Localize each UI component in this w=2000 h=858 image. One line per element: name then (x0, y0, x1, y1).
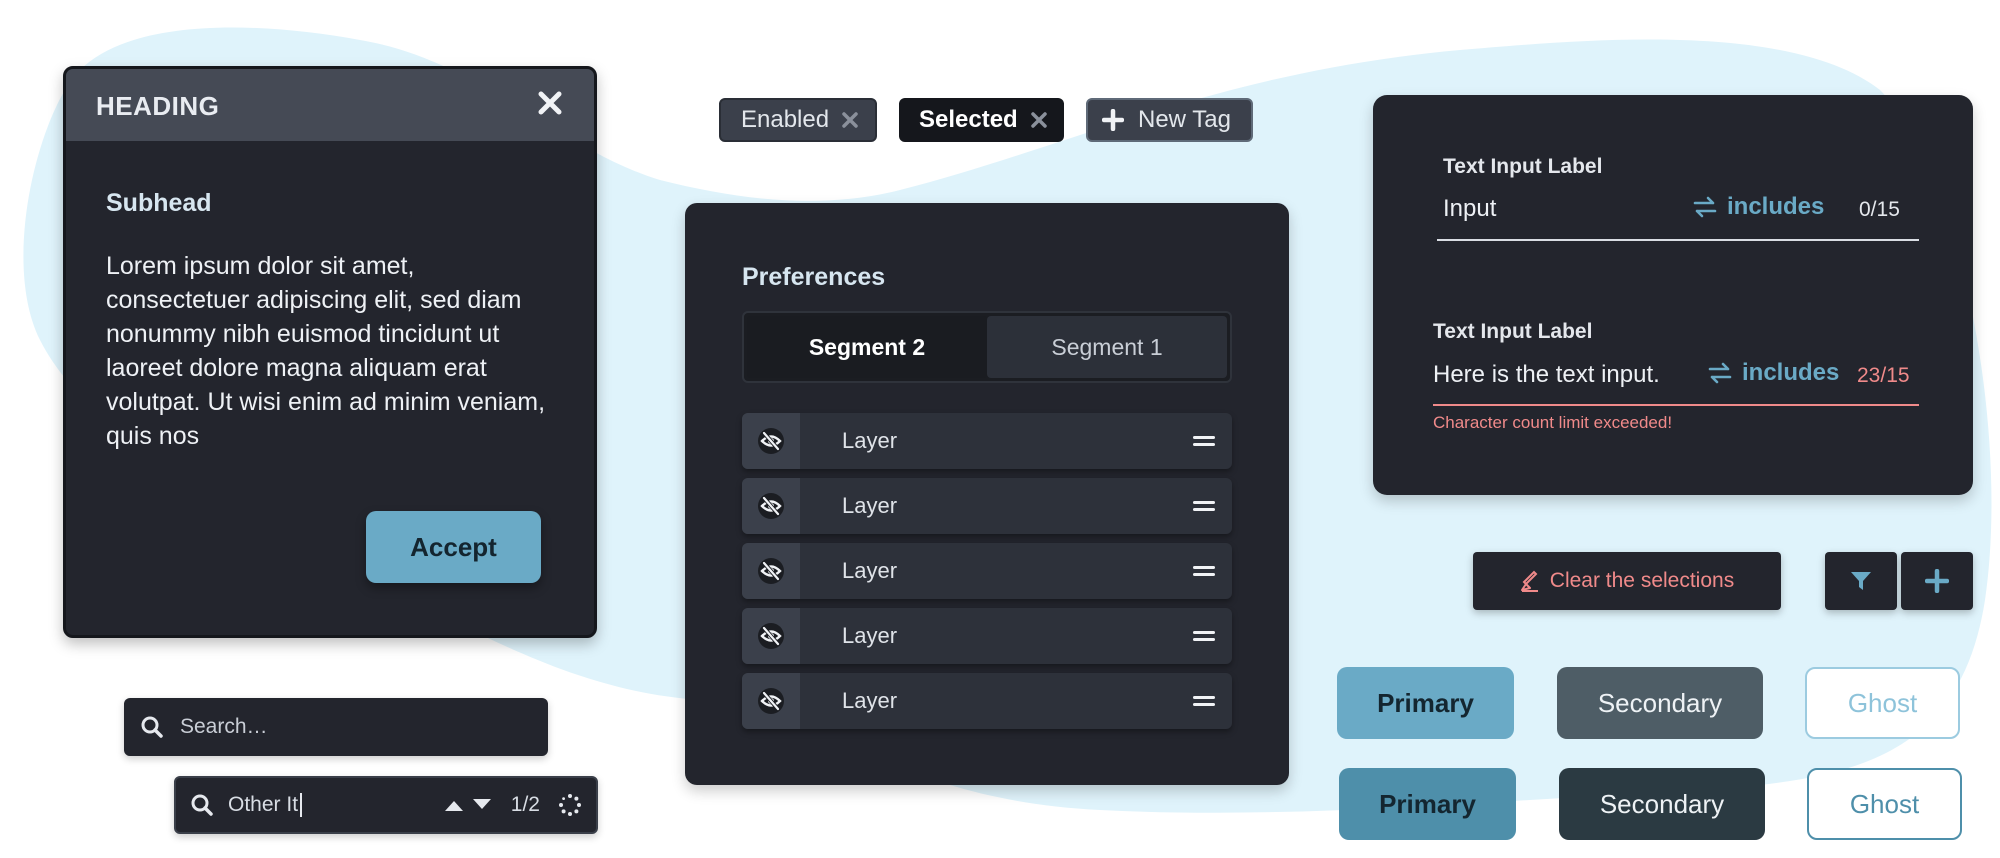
drag-handle-icon[interactable] (1192, 564, 1216, 578)
input-underline-error (1433, 404, 1919, 406)
eye-off-icon (757, 492, 785, 520)
plus-icon (1925, 569, 1949, 593)
visibility-toggle[interactable] (742, 543, 800, 599)
char-count: 0/15 (1859, 198, 1900, 221)
eye-off-icon (757, 557, 785, 585)
swap-arrows-icon (1693, 196, 1717, 218)
text-input-label: Text Input Label (1443, 155, 1603, 178)
match-mode-label: includes (1742, 359, 1840, 386)
secondary-button[interactable]: Secondary (1557, 667, 1763, 739)
clear-label: Clear the selections (1549, 569, 1735, 592)
layer-label: Layer (842, 493, 898, 518)
secondary-button-pressed[interactable]: Secondary (1559, 768, 1765, 840)
search-icon (140, 715, 164, 739)
dialog-subhead: Subhead (106, 189, 212, 217)
new-tag-button[interactable]: New Tag (1086, 98, 1253, 142)
text-input-field[interactable]: Here is the text input. (1433, 361, 1660, 389)
layer-row[interactable]: Layer (742, 673, 1232, 729)
segmented-control: Segment 2 Segment 1 (742, 311, 1232, 383)
search-input[interactable]: Search… (124, 698, 548, 756)
visibility-toggle[interactable] (742, 478, 800, 534)
ghost-button[interactable]: Ghost (1805, 667, 1960, 739)
dialog-title: HEADING (96, 91, 220, 121)
segment-2[interactable]: Segment 2 (747, 316, 987, 378)
swap-arrows-icon (1708, 362, 1732, 384)
accept-button[interactable]: Accept (366, 511, 541, 583)
search-icon (190, 793, 214, 817)
drag-handle-icon[interactable] (1192, 694, 1216, 708)
text-input-label: Text Input Label (1433, 320, 1593, 343)
remove-tag-icon[interactable] (841, 111, 859, 129)
layer-label: Layer (842, 623, 898, 648)
layer-row[interactable]: Layer (742, 413, 1232, 469)
previous-match-icon[interactable] (443, 798, 465, 812)
visibility-toggle[interactable] (742, 608, 800, 664)
tag-label: Enabled (741, 106, 830, 133)
drag-handle-icon[interactable] (1192, 434, 1216, 448)
eraser-icon (1520, 570, 1540, 592)
primary-button-pressed[interactable]: Primary (1339, 768, 1516, 840)
preferences-panel: Preferences Segment 2 Segment 1 Layer La… (685, 203, 1289, 785)
match-count: 1/2 (510, 793, 540, 816)
tag-label: New Tag (1138, 106, 1231, 133)
search-placeholder: Search… (180, 715, 268, 738)
tag-selected[interactable]: Selected (899, 98, 1064, 142)
drag-handle-icon[interactable] (1192, 629, 1216, 643)
dialog: HEADING Subhead Lorem ipsum dolor sit am… (63, 66, 597, 638)
eye-off-icon (757, 427, 785, 455)
visibility-toggle[interactable] (742, 413, 800, 469)
clear-selections-button[interactable]: Clear the selections (1473, 552, 1781, 610)
filter-icon (1849, 569, 1873, 593)
next-match-icon[interactable] (471, 798, 493, 812)
ghost-button-pressed[interactable]: Ghost (1807, 768, 1962, 840)
match-mode-toggle[interactable]: includes (1708, 359, 1839, 387)
dialog-header: HEADING (66, 69, 594, 141)
input-underline (1437, 239, 1919, 241)
tag-label: Selected (919, 106, 1018, 133)
layer-row[interactable]: Layer (742, 543, 1232, 599)
filter-button[interactable] (1825, 552, 1897, 610)
dialog-body: Lorem ipsum dolor sit amet, consectetuer… (106, 252, 546, 450)
text-input-field[interactable]: Input (1443, 195, 1496, 223)
match-mode-label: includes (1727, 193, 1825, 220)
preferences-title: Preferences (742, 263, 886, 291)
layer-label: Layer (842, 688, 898, 713)
text-input-card: Text Input Label Input includes 0/15 Tex… (1373, 95, 1973, 495)
tag-enabled[interactable]: Enabled (719, 98, 877, 142)
remove-tag-icon[interactable] (1030, 111, 1048, 129)
find-input[interactable]: Other It 1/2 (174, 776, 598, 834)
match-mode-toggle[interactable]: includes (1693, 193, 1824, 221)
visibility-toggle[interactable] (742, 673, 800, 729)
char-count: 23/15 (1857, 364, 1910, 387)
layer-row[interactable]: Layer (742, 478, 1232, 534)
plus-icon (1102, 109, 1124, 131)
loading-spinner-icon (558, 793, 582, 817)
layer-row[interactable]: Layer (742, 608, 1232, 664)
layer-label: Layer (842, 428, 898, 453)
add-button[interactable] (1901, 552, 1973, 610)
drag-handle-icon[interactable] (1192, 499, 1216, 513)
close-icon[interactable] (536, 89, 564, 117)
eye-off-icon (757, 687, 785, 715)
find-value: Other It (228, 793, 443, 818)
error-message: Character count limit exceeded! (1433, 413, 1673, 432)
primary-button[interactable]: Primary (1337, 667, 1514, 739)
layer-label: Layer (842, 558, 898, 583)
segment-1[interactable]: Segment 1 (987, 316, 1227, 378)
eye-off-icon (757, 622, 785, 650)
